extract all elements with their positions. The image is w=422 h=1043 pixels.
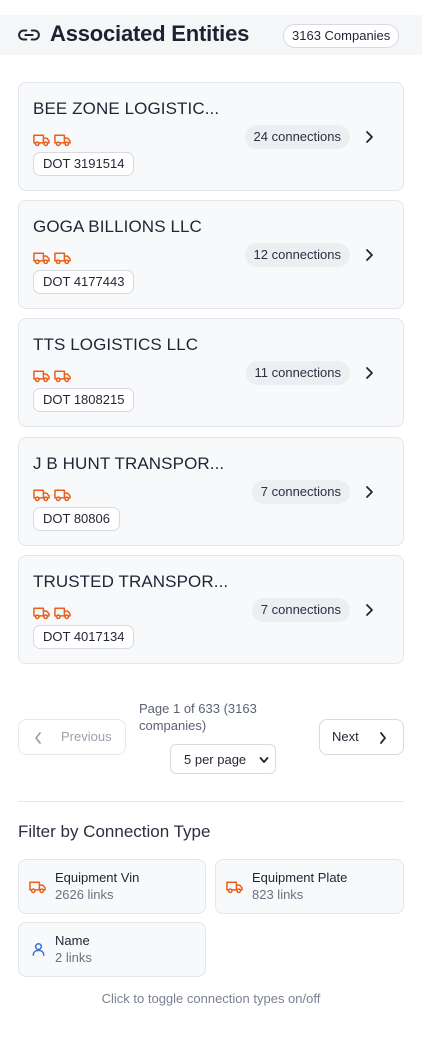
entity-name: TTS LOGISTICS LLC	[33, 335, 199, 354]
section-divider	[18, 801, 404, 802]
entity-card[interactable]: GOGA BILLIONS LLC DOT 4177443 12 connectio…	[18, 200, 404, 309]
connection-type-icons	[33, 606, 71, 620]
filter-chip-count: 823 links	[252, 887, 304, 902]
entity-name: GOGA BILLIONS LLC	[33, 217, 202, 236]
connection-type-icons	[33, 251, 71, 265]
link-icon	[18, 29, 40, 41]
filter-chip-equipment-vin[interactable]: Equipment Vin 2626 links	[18, 859, 206, 914]
truck-icon	[54, 252, 71, 265]
dot-number-badge: DOT 1808215	[33, 388, 135, 412]
chevron-right-icon[interactable]	[363, 603, 375, 617]
dot-number-badge: DOT 4017134	[33, 625, 135, 649]
connection-type-icons	[33, 488, 71, 502]
connection-type-icons	[33, 133, 71, 147]
filter-chip-label: Equipment Vin	[55, 870, 140, 885]
entities-header: Associated Entities 3163 Companies	[0, 15, 422, 55]
truck-icon	[33, 134, 50, 147]
entity-name: J B HUNT TRANSPOR...	[33, 454, 225, 473]
entity-name: TRUSTED TRANSPOR...	[33, 572, 229, 591]
previous-page-button[interactable]: Previous	[18, 719, 126, 755]
filter-chip-count: 2 links	[55, 950, 92, 965]
truck-icon	[29, 881, 46, 894]
filter-title: Filter by Connection Type	[18, 822, 211, 841]
per-page-value: 5 per page	[184, 752, 246, 767]
connection-type-icons	[33, 369, 71, 383]
person-icon	[32, 943, 45, 956]
entity-card[interactable]: TRUSTED TRANSPOR... DOT 4017134 7 connecti…	[18, 555, 404, 664]
connections-badge: 24 connections	[244, 125, 350, 149]
filter-chip-equipment-plate[interactable]: Equipment Plate 823 links	[215, 859, 404, 914]
chevron-right-icon[interactable]	[363, 366, 375, 380]
truck-icon	[33, 252, 50, 265]
truck-icon	[33, 607, 50, 620]
chevron-right-icon[interactable]	[363, 248, 375, 262]
filter-chip-label: Name	[55, 933, 90, 948]
next-page-button[interactable]: Next	[319, 719, 404, 755]
connections-badge: 7 connections	[251, 598, 350, 622]
truck-icon	[33, 489, 50, 502]
filter-chip-name[interactable]: Name 2 links	[18, 922, 206, 977]
chevron-right-icon[interactable]	[363, 130, 375, 144]
entity-name: BEE ZONE LOGISTIC...	[33, 99, 220, 118]
truck-icon	[54, 370, 71, 383]
dot-number-badge: DOT 3191514	[33, 152, 135, 176]
previous-label: Previous	[61, 729, 112, 744]
entity-card[interactable]: J B HUNT TRANSPOR... DOT 80806 7 connectio…	[18, 437, 404, 546]
filter-hint: Click to toggle connection types on/off	[101, 991, 321, 1006]
dot-number-badge: DOT 4177443	[33, 270, 135, 294]
truck-icon	[54, 489, 71, 502]
connections-badge: 12 connections	[244, 243, 350, 267]
truck-icon	[54, 607, 71, 620]
company-count-badge: 3163 Companies	[283, 24, 400, 48]
chevron-down-icon	[259, 757, 269, 763]
next-label: Next	[332, 729, 359, 744]
connections-badge: 7 connections	[251, 480, 350, 504]
connections-badge: 11 connections	[245, 361, 350, 385]
filter-chip-count: 2626 links	[55, 887, 114, 902]
filter-chip-label: Equipment Plate	[252, 870, 348, 885]
truck-icon	[33, 370, 50, 383]
page-info: Page 1 of 633 (3163 companies)	[139, 701, 257, 733]
page-title: Associated Entities	[50, 21, 250, 46]
chevron-right-icon[interactable]	[363, 485, 375, 499]
dot-number-badge: DOT 80806	[33, 507, 120, 531]
entity-card[interactable]: TTS LOGISTICS LLC DOT 1808215 11 connectio…	[18, 318, 404, 427]
entity-card[interactable]: BEE ZONE LOGISTIC... DOT 3191514 24 connec…	[18, 82, 404, 191]
chevron-right-icon	[380, 732, 386, 744]
per-page-select[interactable]: 5 per page	[170, 744, 276, 774]
truck-icon	[226, 881, 243, 894]
chevron-left-icon	[35, 732, 41, 744]
truck-icon	[54, 134, 71, 147]
